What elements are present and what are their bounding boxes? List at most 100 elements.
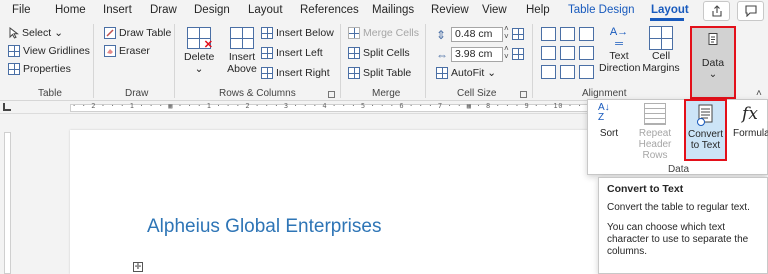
insert-left-button[interactable]: Insert Left xyxy=(261,47,323,59)
group-label-draw: Draw xyxy=(125,88,149,99)
convert-to-text-button[interactable]: Convert to Text xyxy=(684,99,727,161)
properties-button[interactable]: Properties xyxy=(8,63,71,75)
insert-below-button[interactable]: Insert Below xyxy=(261,27,334,39)
autofit-button[interactable]: AutoFit ⌄ xyxy=(436,67,496,79)
eraser-button[interactable]: Eraser xyxy=(104,45,150,57)
draw-table-icon xyxy=(104,27,116,39)
row-height-input[interactable]: 0.48 cm xyxy=(451,27,503,42)
view-gridlines-label: View Gridlines xyxy=(23,45,90,57)
data-dropdown-panel: A↓ Z Sort Repeat Header Rows fx Formula D… xyxy=(587,99,768,175)
insert-below-label: Insert Below xyxy=(276,27,334,39)
dialog-launcher-icon[interactable] xyxy=(520,91,527,98)
insert-left-icon xyxy=(261,47,273,59)
merge-cells-label: Merge Cells xyxy=(363,27,420,39)
align-bottom-left-icon[interactable] xyxy=(541,65,556,79)
group-label-rows-columns: Rows & Columns xyxy=(219,88,296,99)
properties-icon xyxy=(8,63,20,75)
formula-button[interactable]: fx Formula xyxy=(733,103,768,139)
align-top-right-icon[interactable] xyxy=(579,27,594,41)
insert-above-button[interactable]: Insert Above xyxy=(226,27,258,75)
chevron-down-icon: ⌄ xyxy=(487,67,497,79)
column-width-input[interactable]: 3.98 cm xyxy=(451,47,503,62)
text-direction-label-2: Direction xyxy=(599,62,641,74)
tab-layout-page[interactable]: Layout xyxy=(248,4,283,16)
table-move-handle-icon[interactable]: ✛ xyxy=(133,262,143,272)
dropdown-group-label: Data xyxy=(667,164,690,175)
tab-table-layout[interactable]: Layout xyxy=(651,4,689,16)
align-center-right-icon[interactable] xyxy=(579,46,594,60)
align-center-left-icon[interactable] xyxy=(541,46,556,60)
tab-insert[interactable]: Insert xyxy=(103,4,132,16)
align-top-left-icon[interactable] xyxy=(541,27,556,41)
eraser-icon xyxy=(104,45,116,57)
tab-references[interactable]: References xyxy=(300,4,359,16)
text-direction-button[interactable]: A→ ═ Text Direction xyxy=(599,26,641,74)
tooltip-description: Convert the table to regular text. xyxy=(607,202,750,213)
group-label-alignment: Alignment xyxy=(582,88,627,99)
insert-above-icon xyxy=(230,27,254,49)
tab-mailings[interactable]: Mailings xyxy=(372,4,414,16)
ribbon-tab-bar: File Home Insert Draw Design Layout Refe… xyxy=(0,0,768,21)
align-top-center-icon[interactable] xyxy=(560,27,575,41)
distribute-rows-icon[interactable] xyxy=(512,28,524,40)
tab-stop-selector-icon[interactable] xyxy=(3,103,11,111)
split-table-button[interactable]: Split Table xyxy=(348,67,411,79)
properties-label: Properties xyxy=(23,63,71,75)
sort-button[interactable]: A↓ Z Sort xyxy=(594,103,624,140)
data-label: Data xyxy=(701,57,725,69)
comments-button[interactable] xyxy=(737,1,764,21)
delete-table-icon: ✕ xyxy=(187,27,213,51)
repeat-label-1: Repeat xyxy=(638,128,672,139)
align-center-icon[interactable] xyxy=(560,46,575,60)
tab-review[interactable]: Review xyxy=(431,4,469,16)
share-icon xyxy=(711,5,722,17)
insert-right-button[interactable]: Insert Right xyxy=(261,67,330,79)
select-button[interactable]: Select ⌄ xyxy=(8,27,63,39)
align-bottom-right-icon[interactable] xyxy=(579,65,594,79)
distribute-columns-icon[interactable] xyxy=(512,48,524,60)
cell-margins-button[interactable]: Cell Margins xyxy=(641,26,681,74)
group-separator xyxy=(340,24,341,98)
repeat-header-rows-button[interactable]: Repeat Header Rows xyxy=(626,103,684,161)
group-separator xyxy=(93,24,94,98)
align-bottom-center-icon[interactable] xyxy=(560,65,575,79)
group-label-merge: Merge xyxy=(372,88,401,99)
document-heading[interactable]: Alpheius Global Enterprises xyxy=(147,216,381,238)
tab-design[interactable]: Design xyxy=(194,4,230,16)
spin-arrows-icon[interactable]: ˄ ˅ xyxy=(504,45,509,61)
repeat-label-2: Header Rows xyxy=(638,139,672,161)
share-button[interactable] xyxy=(703,1,730,21)
cell-margins-label-2: Margins xyxy=(642,62,680,74)
tab-home[interactable]: Home xyxy=(55,4,86,16)
gridlines-icon xyxy=(8,45,20,57)
convert-label-1: Convert xyxy=(687,129,723,140)
split-cells-button[interactable]: Split Cells xyxy=(348,47,410,59)
draw-table-label: Draw Table xyxy=(119,27,172,39)
tab-file[interactable]: File xyxy=(12,4,31,16)
tab-draw[interactable]: Draw xyxy=(150,4,177,16)
group-label-cell-size: Cell Size xyxy=(457,88,497,99)
tab-help[interactable]: Help xyxy=(526,4,550,16)
chevron-down-icon: ⌄ xyxy=(54,27,63,39)
convert-to-text-tooltip: Convert to Text Convert the table to reg… xyxy=(598,177,768,274)
chevron-down-icon: ⌄ xyxy=(194,63,204,75)
merge-cells-button[interactable]: Merge Cells xyxy=(348,27,419,39)
split-cells-label: Split Cells xyxy=(363,47,410,59)
view-gridlines-button[interactable]: View Gridlines xyxy=(8,45,90,57)
delete-button[interactable]: ✕ Delete ⌄ xyxy=(184,27,214,75)
autofit-label: AutoFit xyxy=(451,67,485,79)
dialog-launcher-icon[interactable] xyxy=(328,91,335,98)
text-direction-label-1: Text xyxy=(609,50,629,62)
spin-arrows-icon[interactable]: ˄ ˅ xyxy=(504,25,509,41)
collapse-ribbon-icon[interactable]: ˄ xyxy=(756,88,762,99)
repeat-header-rows-icon xyxy=(644,103,666,125)
tab-table-design[interactable]: Table Design xyxy=(568,4,634,16)
formula-icon: fx xyxy=(742,104,758,124)
merge-cells-icon xyxy=(348,27,360,39)
tab-view[interactable]: View xyxy=(482,4,507,16)
data-button[interactable]: Data ⌄ xyxy=(690,26,736,99)
convert-label-2: to Text xyxy=(690,140,721,151)
select-label: Select xyxy=(22,27,52,39)
draw-table-button[interactable]: Draw Table xyxy=(104,27,171,39)
insert-below-icon xyxy=(261,27,273,39)
